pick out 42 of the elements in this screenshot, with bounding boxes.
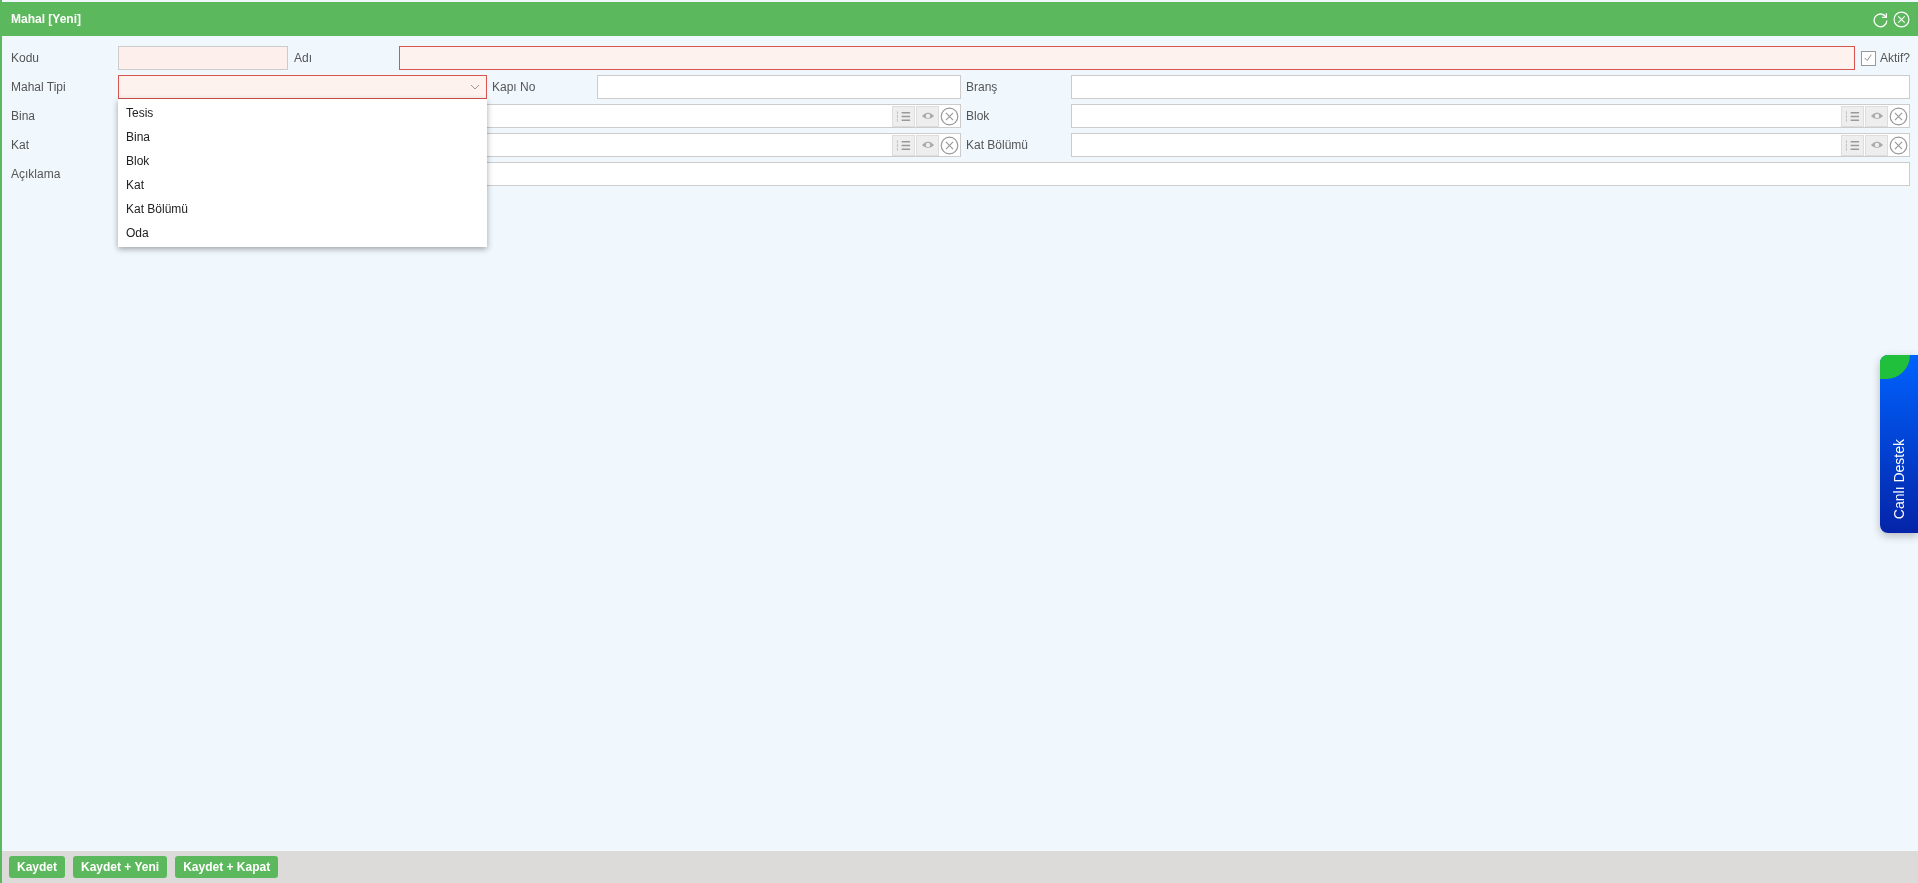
clear-icon[interactable] xyxy=(1889,106,1908,126)
eye-icon[interactable] xyxy=(916,105,939,127)
list-icon[interactable] xyxy=(1841,134,1864,156)
clear-icon[interactable] xyxy=(1889,135,1908,155)
field-label: Kodu xyxy=(11,51,41,65)
field-label: Mahal Tipi xyxy=(11,80,67,94)
dropdown-option[interactable]: Blok xyxy=(118,149,487,173)
window-title: Mahal [Yeni] xyxy=(11,12,81,26)
lookup-field[interactable] xyxy=(1071,104,1910,128)
checkbox-label: Aktif? xyxy=(1880,51,1910,65)
eye-icon[interactable] xyxy=(1865,105,1888,127)
clear-icon[interactable] xyxy=(940,135,959,155)
close-icon[interactable] xyxy=(1893,10,1910,28)
field-label: Kat xyxy=(11,138,30,152)
dropdown-option[interactable]: Tesis xyxy=(118,101,487,125)
text-field[interactable] xyxy=(597,75,961,99)
field-label: Branş xyxy=(965,80,999,94)
list-icon[interactable] xyxy=(892,134,915,156)
dropdown-option[interactable]: Kat xyxy=(118,173,487,197)
field-label: Bina xyxy=(11,109,37,123)
field-label: Adı xyxy=(294,51,313,65)
field-label: Kapı No xyxy=(491,80,537,94)
dropdown-option[interactable]: Oda xyxy=(118,221,487,245)
active-checkbox[interactable] xyxy=(1861,50,1876,66)
caret-icon xyxy=(470,84,480,90)
check-icon xyxy=(1863,53,1874,63)
eye-icon[interactable] xyxy=(916,134,939,156)
live-support-tab[interactable]: Canlı Destek xyxy=(1880,355,1918,533)
dropdown-option[interactable]: Bina xyxy=(118,125,487,149)
refresh-icon[interactable] xyxy=(1872,10,1889,28)
text-field[interactable] xyxy=(1071,75,1910,99)
lookup-field[interactable] xyxy=(1071,133,1910,157)
eye-icon[interactable] xyxy=(1865,134,1888,156)
dropdown-option[interactable]: Kat Bölümü xyxy=(118,197,487,221)
leaf-icon xyxy=(1880,355,1910,379)
field-label: Kat Bölümü xyxy=(965,138,1030,152)
field-label: Açıklama xyxy=(11,167,62,181)
name-field[interactable] xyxy=(399,46,1855,70)
list-icon[interactable] xyxy=(892,105,915,127)
list-icon[interactable] xyxy=(1841,105,1864,127)
clear-icon[interactable] xyxy=(940,106,959,126)
field-label: Blok xyxy=(965,109,991,123)
